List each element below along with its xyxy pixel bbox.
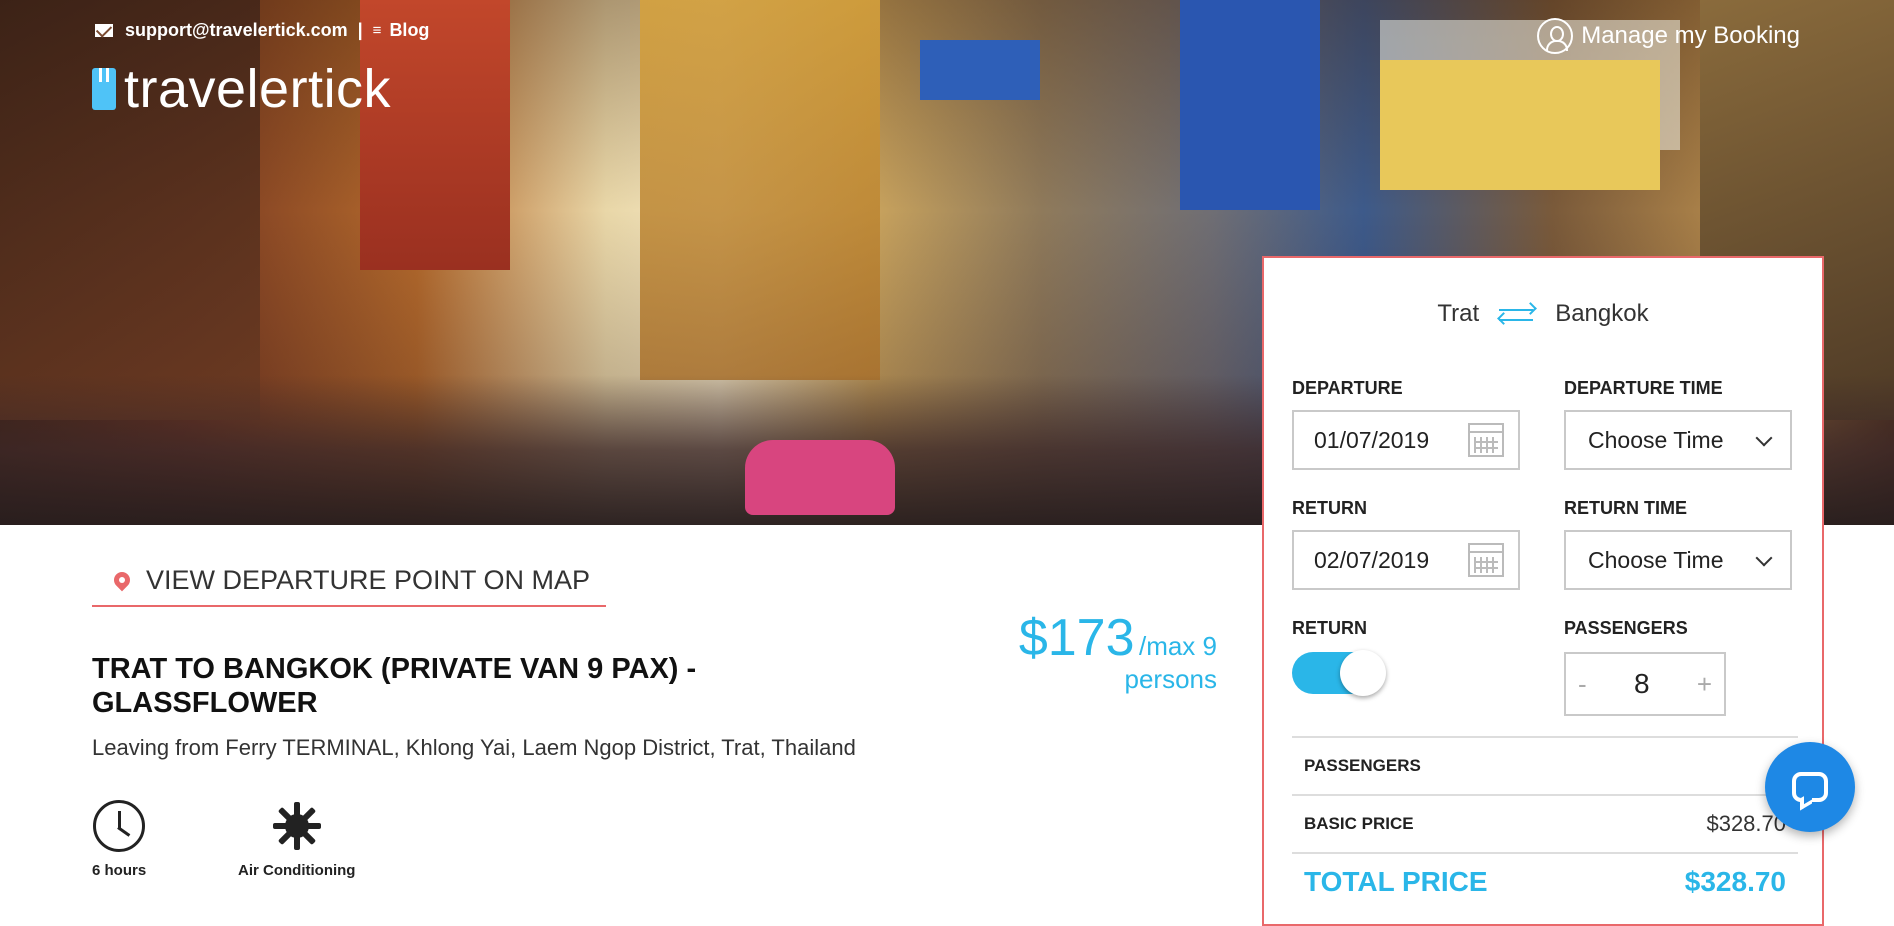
departure-date-input[interactable]: 01/07/2019: [1292, 410, 1520, 470]
logo-text: travelertick: [124, 59, 392, 119]
departure-location: Leaving from Ferry TERMINAL, Khlong Yai,…: [92, 735, 856, 760]
swap-direction-icon[interactable]: [1497, 301, 1538, 327]
view-map-link[interactable]: VIEW DEPARTURE POINT ON MAP: [92, 555, 606, 607]
mail-icon: [95, 24, 113, 37]
return-label: RETURN: [1292, 498, 1367, 518]
calendar-icon[interactable]: [1468, 423, 1504, 457]
route-to: Bangkok: [1555, 300, 1649, 327]
separator: |: [357, 20, 363, 40]
contact-bar: support@travelertick.com | ≡ Blog: [95, 20, 429, 41]
feature-duration: 6 hours: [92, 800, 146, 879]
snowflake-icon: [271, 800, 323, 852]
price-block: $173 /max 9 persons: [1019, 608, 1217, 695]
hero-sign: [1180, 0, 1320, 210]
blog-link[interactable]: Blog: [389, 20, 429, 41]
rss-icon: ≡: [372, 22, 382, 39]
route-selector: Trat Bangkok: [1264, 300, 1822, 328]
chevron-down-icon: [1755, 429, 1773, 447]
manage-booking-link[interactable]: Manage my Booking: [1537, 18, 1800, 54]
departure-time-value: Choose Time: [1588, 426, 1724, 453]
user-icon: [1537, 18, 1574, 54]
feature-label: 6 hours: [92, 862, 147, 879]
summary-key: BASIC PRICE: [1304, 814, 1414, 833]
return-toggle[interactable]: [1292, 650, 1386, 696]
return-time-select[interactable]: Choose Time: [1564, 530, 1792, 590]
departure-time-select[interactable]: Choose Time: [1564, 410, 1792, 470]
logo-mark-icon: [92, 68, 116, 110]
return-time-value: Choose Time: [1588, 546, 1724, 573]
price-per: /max 9: [1138, 631, 1217, 661]
passengers-stepper: - 8 +: [1564, 652, 1726, 716]
map-pin-icon: [110, 568, 134, 592]
hero-sign: [1380, 60, 1660, 190]
return-date-input[interactable]: 02/07/2019: [1292, 530, 1520, 590]
summary-row-total: TOTAL PRICE $328.70: [1292, 852, 1798, 910]
price-amount: $173: [1018, 609, 1135, 667]
departure-label: DEPARTURE: [1292, 378, 1403, 398]
summary-row-passengers: PASSENGERS: [1292, 736, 1798, 794]
passengers-label: PASSENGERS: [1564, 618, 1688, 638]
price-persons: persons: [1124, 664, 1218, 694]
manage-booking-label: Manage my Booking: [1581, 22, 1800, 49]
chevron-down-icon: [1755, 549, 1773, 567]
return-date-value: 02/07/2019: [1314, 546, 1430, 573]
passengers-value[interactable]: 8: [1634, 668, 1650, 700]
return-time-label: RETURN TIME: [1564, 498, 1687, 518]
departure-date-value: 01/07/2019: [1314, 426, 1430, 453]
trip-title: TRAT TO BANGKOK (PRIVATE VAN 9 PAX) - GL…: [92, 653, 697, 719]
hero-building: [640, 0, 880, 380]
booking-panel: Trat Bangkok DEPARTURE 01/07/2019 DEPART…: [1262, 256, 1824, 926]
summary-row-basic-price: BASIC PRICE $328.70: [1292, 794, 1798, 852]
departure-time-label: DEPARTURE TIME: [1564, 378, 1723, 398]
view-map-label: VIEW DEPARTURE POINT ON MAP: [146, 564, 591, 595]
hero-sign: [920, 40, 1040, 100]
chat-icon: [1792, 772, 1828, 802]
feature-air-conditioning: Air Conditioning: [238, 800, 355, 879]
feature-label: Air Conditioning: [238, 862, 356, 879]
return-toggle-label: RETURN: [1292, 618, 1367, 638]
calendar-icon[interactable]: [1468, 543, 1504, 577]
decrement-button[interactable]: -: [1578, 669, 1587, 700]
hero-car: [745, 440, 895, 515]
toggle-knob: [1340, 650, 1386, 696]
increment-button[interactable]: +: [1697, 669, 1712, 700]
total-label: TOTAL PRICE: [1304, 866, 1488, 897]
site-logo[interactable]: travelertick: [92, 62, 391, 116]
route-from: Trat: [1437, 300, 1480, 327]
summary-key: PASSENGERS: [1304, 756, 1421, 775]
total-value: $328.70: [1684, 866, 1786, 897]
clock-icon: [93, 800, 146, 852]
chat-button[interactable]: [1765, 742, 1855, 832]
support-email-link[interactable]: support@travelertick.com: [125, 20, 348, 41]
